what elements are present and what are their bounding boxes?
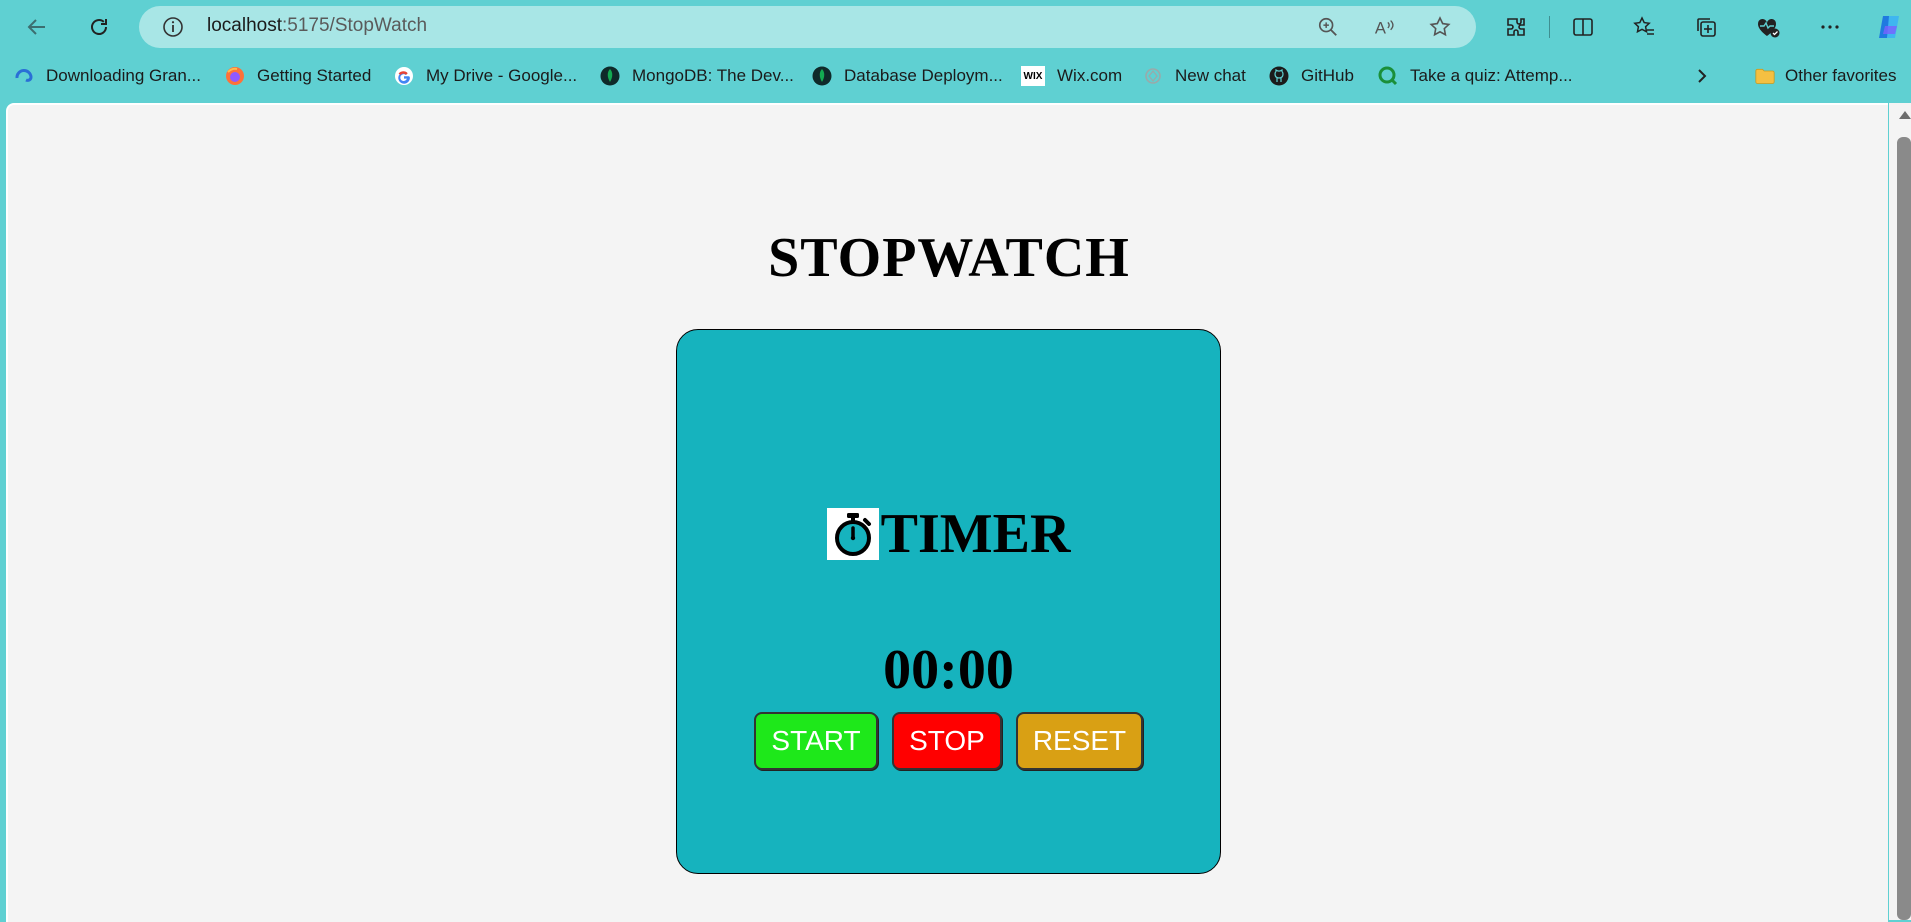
other-favorites-folder[interactable]: Other favorites [1755, 62, 1897, 90]
page-title: STOPWATCH [768, 227, 1130, 289]
address-bar[interactable]: localhost:5175/StopWatch A [139, 6, 1476, 48]
google-icon [394, 66, 414, 86]
stopwatch-card: TIMER 00:00 START STOP RESET [676, 329, 1221, 874]
bookmark-label: Downloading Gran... [46, 66, 201, 85]
stop-button[interactable]: STOP [892, 712, 1002, 770]
copilot-icon[interactable] [1874, 11, 1906, 43]
bookmark-label: GitHub [1301, 66, 1354, 85]
bookmark-item[interactable]: MongoDB: The Dev... [600, 62, 794, 90]
more-menu-icon[interactable] [1814, 11, 1846, 43]
read-aloud-icon[interactable]: A [1373, 14, 1399, 40]
refresh-button[interactable] [82, 10, 116, 44]
back-button[interactable] [20, 10, 54, 44]
refresh-icon [91, 19, 107, 35]
bookmarks-bar: Downloading Gran... Getting Started My D… [0, 56, 1911, 96]
favorite-star-icon[interactable] [1427, 14, 1453, 40]
bookmark-item[interactable]: GitHub [1269, 62, 1354, 90]
bookmarks-overflow-button[interactable] [1694, 62, 1710, 90]
browser-toolbar: localhost:5175/StopWatch A [0, 0, 1911, 54]
svg-text:A: A [1375, 18, 1387, 37]
chevron-right-icon [1698, 69, 1707, 83]
extensions-icon[interactable] [1500, 11, 1532, 43]
url-path: :5175/StopWatch [282, 15, 428, 36]
browser-essentials-icon[interactable] [1752, 11, 1784, 43]
other-favorites-label: Other favorites [1785, 66, 1897, 85]
quiz-icon [1378, 66, 1398, 86]
bookmark-label: Getting Started [257, 66, 372, 85]
github-icon [1269, 66, 1289, 86]
site-info-icon[interactable] [161, 15, 185, 44]
url-text[interactable]: localhost:5175/StopWatch [207, 15, 427, 37]
bookmark-label: Wix.com [1057, 66, 1123, 85]
bookmark-label: My Drive - Google... [426, 66, 578, 85]
timer-heading: TIMER [677, 502, 1220, 566]
bookmark-item[interactable]: New chat [1143, 62, 1246, 90]
stopwatch-icon [826, 508, 879, 560]
edge-loading-icon [14, 66, 34, 86]
folder-icon [1755, 66, 1775, 86]
bookmark-item[interactable]: Take a quiz: Attemp... [1378, 62, 1573, 90]
bookmark-item[interactable]: My Drive - Google... [394, 62, 577, 90]
wix-icon: WIX [1021, 66, 1045, 86]
mongodb-icon [600, 66, 620, 86]
bookmark-label: Take a quiz: Attemp... [1410, 66, 1573, 85]
back-arrow-icon [27, 19, 45, 35]
bookmark-item[interactable]: Downloading Gran... [14, 62, 201, 90]
toolbar-separator [1549, 16, 1550, 38]
timer-heading-text: TIMER [880, 503, 1071, 565]
split-screen-icon[interactable] [1567, 11, 1599, 43]
elapsed-time-display: 00:00 [883, 639, 1014, 701]
bookmark-item[interactable]: Getting Started [225, 62, 371, 90]
scrollbar-thumb[interactable] [1897, 137, 1911, 920]
chatgpt-icon [1143, 66, 1163, 86]
zoom-icon[interactable] [1315, 14, 1341, 40]
reset-button[interactable]: RESET [1016, 712, 1143, 770]
favorites-icon[interactable] [1628, 11, 1660, 43]
controls: START STOP RESET [677, 712, 1220, 770]
bookmark-label: New chat [1175, 66, 1246, 85]
firefox-icon [225, 66, 245, 86]
collections-icon[interactable] [1690, 11, 1722, 43]
bookmark-item[interactable]: Database Deploym... [812, 62, 1003, 90]
scroll-up-arrow-icon[interactable] [1899, 111, 1911, 119]
url-host: localhost [207, 15, 282, 36]
mongodb-icon [812, 66, 832, 86]
bookmark-label: Database Deploym... [844, 66, 1003, 85]
bookmark-label: MongoDB: The Dev... [632, 66, 794, 85]
start-button[interactable]: START [754, 712, 878, 770]
bookmark-item[interactable]: WIX Wix.com [1021, 62, 1122, 90]
